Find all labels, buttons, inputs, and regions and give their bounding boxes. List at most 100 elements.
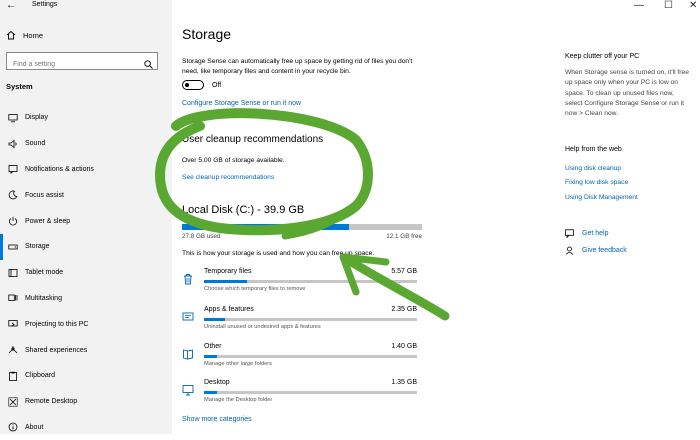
disk-free-label: 12.1 GB free [386,233,422,240]
power-icon [8,216,18,226]
help-link-disk-management[interactable]: Using Disk Management [565,194,638,201]
sidebar-item-multitasking[interactable]: Multitasking [0,286,172,312]
configure-storage-sense-link[interactable]: Configure Storage Sense or run it now [182,100,301,107]
home-nav-item[interactable]: Home [6,30,43,40]
search-box[interactable] [6,52,158,73]
category-name: Other [204,343,222,350]
storage-usage-text: This is how your storage is used and how… [182,250,375,257]
chat-help-icon [565,229,574,238]
toggle-knob [185,82,189,87]
category-size: 5.57 GB [391,268,417,275]
shared-icon [8,345,18,355]
category-name: Temporary files [204,268,252,275]
search-input[interactable] [7,56,143,73]
monitor-icon [8,113,18,123]
sidebar-item-sound[interactable]: Sound [0,131,172,157]
sidebar-item-remote-desktop[interactable]: Remote Desktop [0,389,172,415]
apps-icon [182,310,194,322]
category-subtitle: Uninstall unused or undesired apps & fea… [204,324,321,330]
sidebar-item-label: Notifications & actions [25,165,94,173]
section-heading-system: System [6,82,33,91]
sidebar-item-shared-experiences[interactable]: Shared experiences [0,337,172,363]
sidebar-item-clipboard[interactable]: Clipboard [0,363,172,389]
window-title: Settings [32,1,58,8]
sidebar-item-focus-assist[interactable]: Focus assist [0,182,172,208]
category-desktop[interactable]: Desktop 1.35 GB Manage the Desktop folde… [182,379,422,415]
category-bar [204,391,417,394]
sidebar: Home System Display Sound Notifications … [0,0,172,434]
category-bar [204,318,417,321]
main-content: Storage Storage Sense can automatically … [172,0,700,434]
category-bar-fill [204,318,226,321]
clutter-heading: Keep clutter off your PC [565,53,640,60]
sidebar-item-label: Storage [25,243,50,251]
sidebar-item-label: Sound [25,140,46,148]
feedback-icon [565,246,574,255]
clutter-text: When Storage sense is turned on, it'll f… [565,69,689,118]
info-icon [8,422,18,432]
give-feedback-item[interactable]: Give feedback [565,246,627,255]
category-bar [204,280,417,283]
show-more-categories-link[interactable]: Show more categories [182,416,252,423]
sidebar-item-label: Projecting to this PC [25,320,89,328]
sidebar-item-label: Clipboard [25,372,55,380]
tablet-icon [8,268,18,278]
get-help-link[interactable]: Get help [582,230,608,237]
sidebar-item-about[interactable]: About [0,415,172,440]
help-heading: Help from the web [565,146,622,153]
sidebar-item-tablet-mode[interactable]: Tablet mode [0,260,172,286]
category-name: Desktop [204,379,230,386]
sidebar-item-notifications[interactable]: Notifications & actions [0,157,172,183]
desktop-icon [182,383,194,396]
category-size: 1.35 GB [391,379,417,386]
sidebar-item-label: Display [25,114,48,122]
sidebar-item-power-sleep[interactable]: Power & sleep [0,208,172,234]
home-icon [6,30,16,40]
sidebar-item-label: Tablet mode [25,269,64,277]
search-icon[interactable] [144,56,153,69]
category-subtitle: Manage the Desktop folder [204,397,273,403]
cleanup-available-text: Over 5.00 GB of storage available. [182,157,285,164]
category-other[interactable]: Other 1.40 GB Manage other large folders [182,343,422,379]
page-title: Storage [182,26,232,42]
other-icon [182,347,194,360]
category-size: 1.40 GB [391,343,417,350]
storage-sense-toggle[interactable] [182,80,204,90]
back-arrow-icon[interactable]: ← [6,0,16,12]
category-bar [204,355,417,358]
see-cleanup-link[interactable]: See cleanup recommendations [182,174,274,181]
category-bar-fill [204,391,217,394]
help-link-low-disk-space[interactable]: Fixing low disk space [565,179,628,186]
disk-title: Local Disk (C:) - 39.9 GB [182,204,305,216]
get-help-item[interactable]: Get help [565,229,608,238]
speaker-icon [8,139,18,149]
give-feedback-link[interactable]: Give feedback [582,247,627,254]
disk-usage-fill [182,224,350,230]
sidebar-item-label: Focus assist [25,191,64,199]
sidebar-item-label: About [25,423,44,431]
sidebar-item-label: Shared experiences [25,346,88,354]
toggle-state-label: Off [212,82,222,89]
category-bar-fill [204,280,247,283]
category-size: 2.35 GB [391,306,417,313]
category-name: Apps & features [204,306,254,313]
projector-icon [8,319,18,329]
cleanup-heading: User cleanup recommendations [182,134,324,145]
category-subtitle: Choose which temporary files to remove [204,286,306,292]
sidebar-nav: Display Sound Notifications & actions Fo… [0,105,172,440]
sidebar-item-label: Remote Desktop [25,398,78,406]
sidebar-item-storage[interactable]: Storage [0,233,172,260]
disk-used-label: 27.8 GB used [182,233,221,240]
moon-icon [8,190,18,200]
disk-usage-bar [182,224,422,230]
sidebar-item-label: Power & sleep [25,217,71,225]
category-temporary-files[interactable]: Temporary files 5.57 GB Choose which tem… [182,268,422,304]
sidebar-item-label: Multitasking [25,294,62,302]
category-apps-features[interactable]: Apps & features 2.35 GB Uninstall unused… [182,306,422,342]
clipboard-icon [8,371,18,381]
sidebar-item-projecting[interactable]: Projecting to this PC [0,311,172,337]
multitasking-icon [8,293,18,303]
sidebar-item-display[interactable]: Display [0,105,172,131]
help-link-disk-cleanup[interactable]: Using disk cleanup [565,165,621,172]
category-subtitle: Manage other large folders [204,361,272,367]
